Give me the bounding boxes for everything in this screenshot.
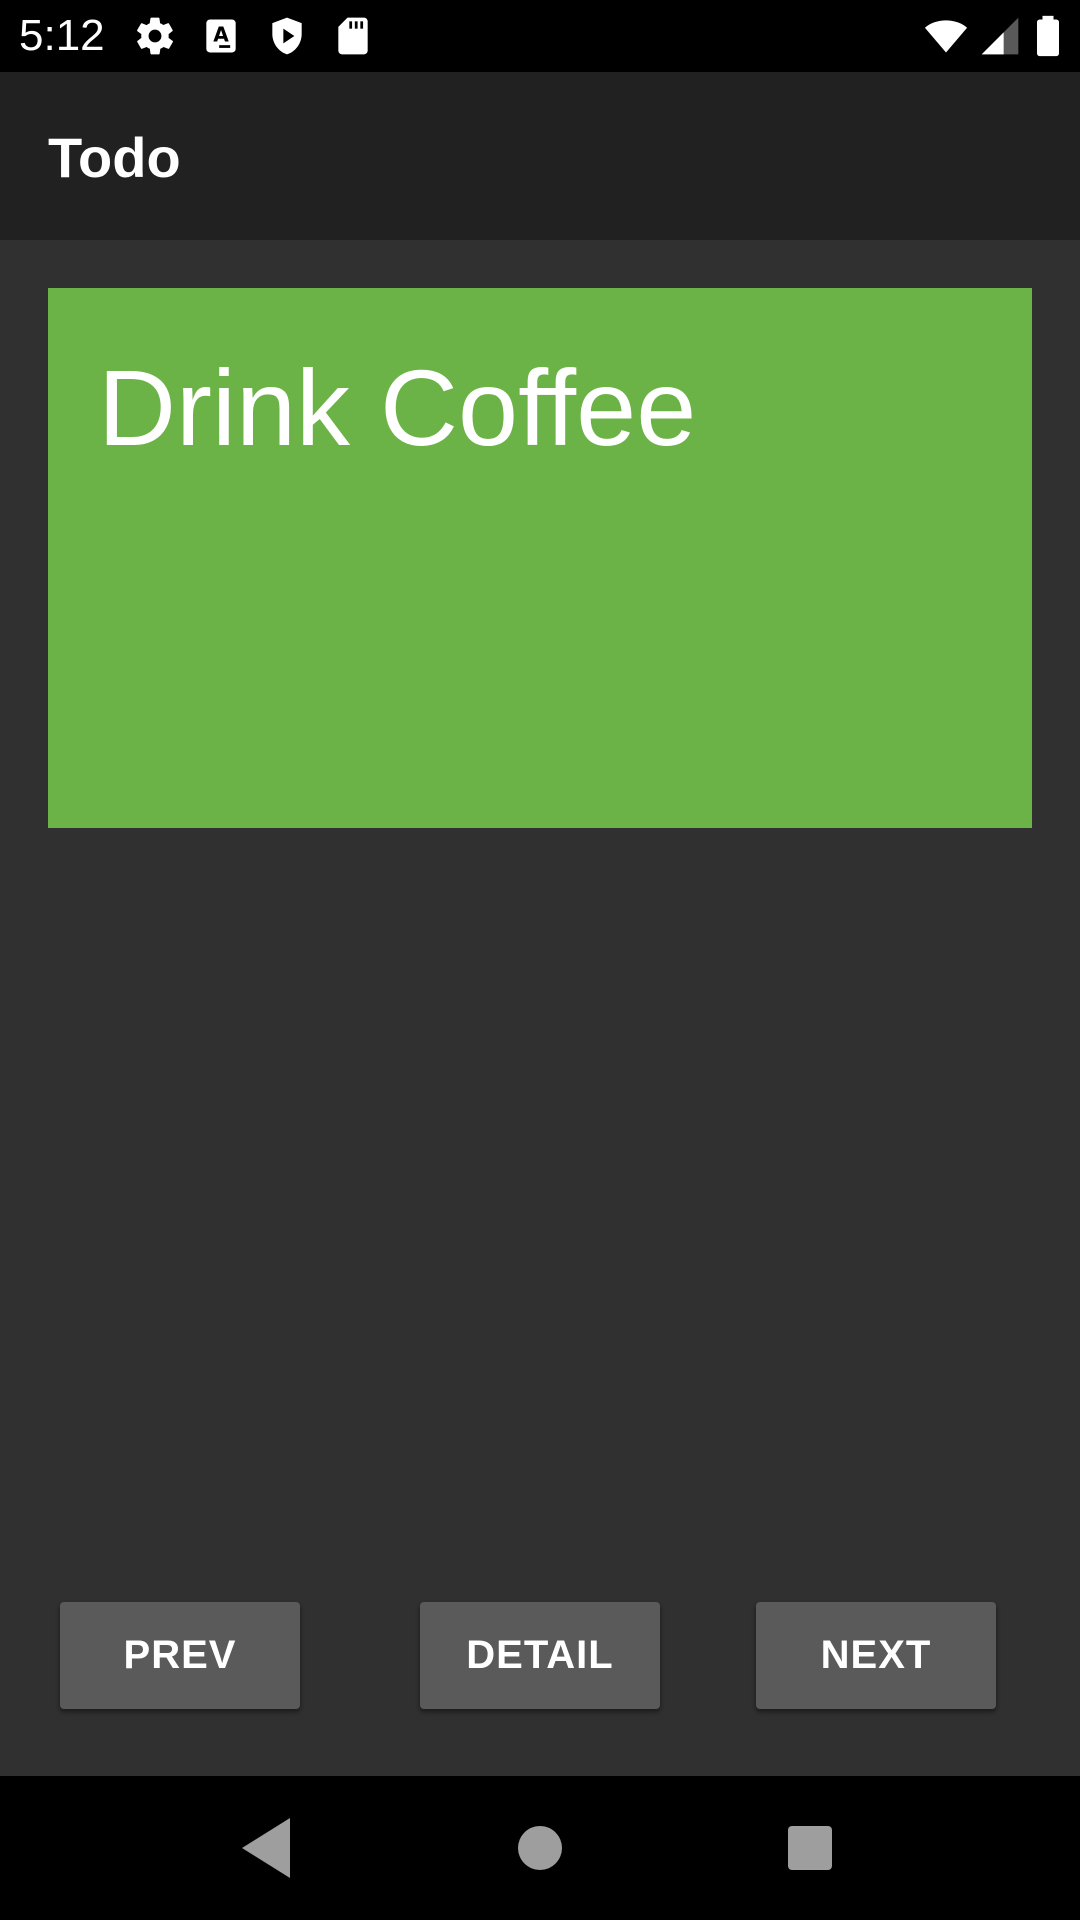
- detail-button[interactable]: DETAIL: [420, 1602, 660, 1709]
- prev-button[interactable]: PREV: [60, 1602, 300, 1709]
- todo-card: Drink Coffee: [48, 288, 1032, 828]
- home-icon[interactable]: [500, 1808, 580, 1888]
- shield-play-icon: [265, 14, 309, 58]
- todo-title: Drink Coffee: [98, 347, 697, 468]
- signal-icon: [978, 14, 1022, 58]
- sd-card-icon: [331, 14, 375, 58]
- recents-icon[interactable]: [770, 1808, 850, 1888]
- text-a-icon: A: [199, 14, 243, 58]
- nav-bar: [0, 1776, 1080, 1920]
- screen: 5:12 A Todo Drink Coffee PREV DETAIL NEX…: [0, 0, 1080, 1920]
- status-time: 5:12: [19, 11, 105, 60]
- svg-text:A: A: [213, 23, 229, 47]
- app-title: Todo: [48, 126, 181, 189]
- settings-icon: [133, 14, 177, 58]
- back-icon[interactable]: [230, 1808, 310, 1888]
- next-button[interactable]: NEXT: [756, 1602, 996, 1709]
- wifi-icon: [924, 14, 968, 58]
- status-bar: 5:12 A: [0, 0, 1080, 72]
- battery-icon: [1026, 14, 1070, 58]
- app-bar: Todo: [0, 72, 1080, 240]
